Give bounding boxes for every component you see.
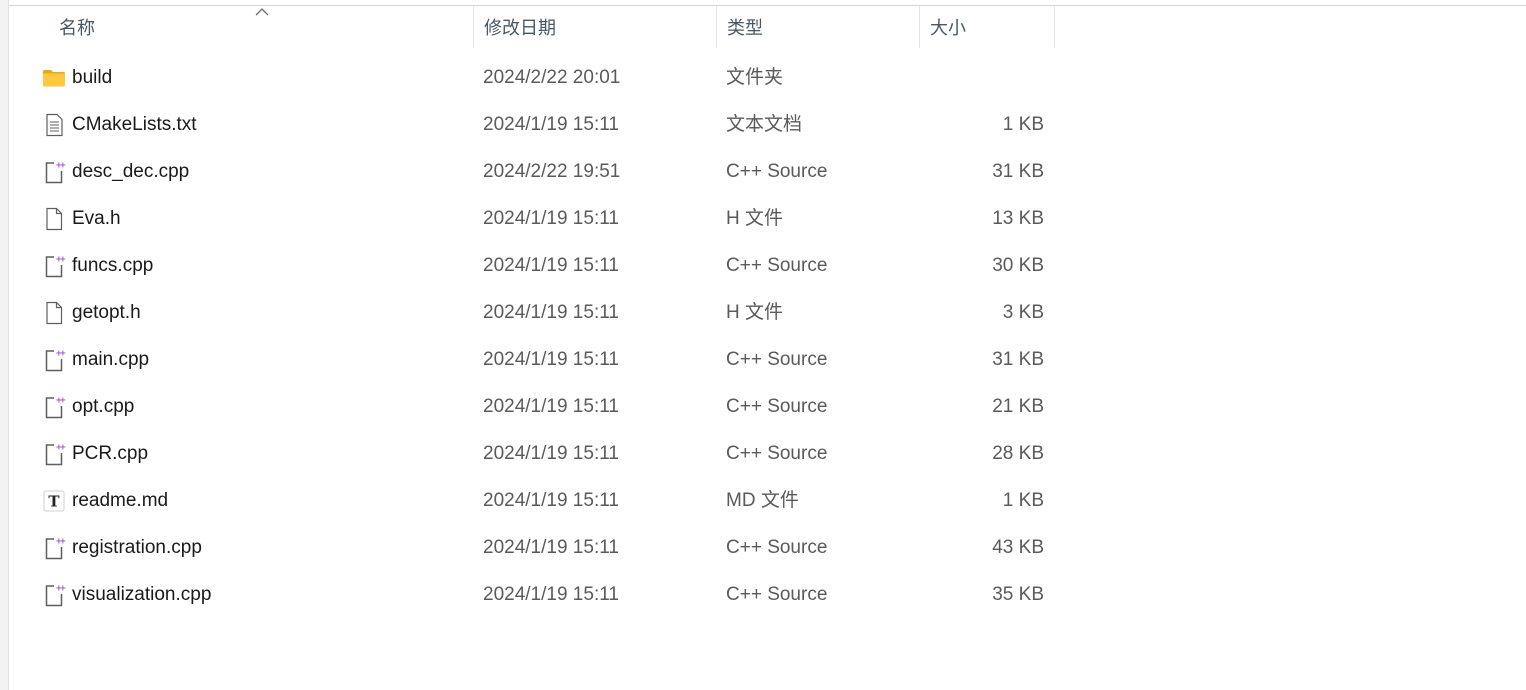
- file-name: main.cpp: [72, 349, 150, 370]
- file-row[interactable]: + + funcs.cpp 2024/1/19 15:11 C++ Source 30 K…: [9, 242, 1055, 289]
- file-type: 文本文档: [726, 114, 803, 135]
- file-row[interactable]: CMakeLists.txt 2024/1/19 15:11 文本文档 1 KB: [9, 101, 1055, 148]
- file-type: H 文件: [726, 302, 784, 323]
- file-type: C++ Source: [726, 443, 828, 464]
- file-name: visualization.cpp: [72, 584, 212, 605]
- cpp-file-icon: + +: [42, 583, 66, 607]
- cpp-file-icon: + +: [42, 442, 66, 466]
- file-date-modified: 2024/1/19 15:11: [483, 537, 619, 558]
- column-header-size[interactable]: 大小: [920, 6, 1055, 48]
- file-size: 1 KB: [1002, 114, 1044, 135]
- file-size: 30 KB: [992, 255, 1044, 276]
- file-row[interactable]: Treadme.md 2024/1/19 15:11 MD 文件 1 KB: [9, 477, 1055, 524]
- cpp-file-icon: + +: [42, 160, 66, 184]
- file-row[interactable]: + + main.cpp 2024/1/19 15:11 C++ Source 31 KB: [9, 336, 1055, 383]
- svg-text:T: T: [48, 493, 60, 511]
- file-explorer-window: 名称 修改日期 类型 大小 build 2024/2/22 20:01 文件夹 CMa…: [0, 0, 1526, 690]
- svg-text:+: +: [60, 255, 67, 264]
- cpp-file-icon: + +: [42, 254, 66, 278]
- folder-icon: [42, 66, 66, 90]
- svg-text:+: +: [60, 349, 67, 358]
- file-list: build 2024/2/22 20:01 文件夹 CMakeLists.txt 202…: [9, 54, 1069, 618]
- cpp-file-icon: + +: [42, 536, 66, 560]
- file-size: 31 KB: [992, 349, 1044, 370]
- file-name: desc_dec.cpp: [72, 161, 190, 182]
- file-row[interactable]: + + PCR.cpp 2024/1/19 15:11 C++ Source 28 KB: [9, 430, 1055, 477]
- file-size: 13 KB: [992, 208, 1044, 229]
- file-size: 43 KB: [992, 537, 1044, 558]
- file-name: readme.md: [72, 490, 169, 511]
- file-name: opt.cpp: [72, 396, 135, 417]
- file-date-modified: 2024/1/19 15:11: [483, 584, 619, 605]
- file-type: C++ Source: [726, 396, 828, 417]
- file-type: H 文件: [726, 208, 784, 229]
- cpp-file-icon: + +: [42, 395, 66, 419]
- file-row[interactable]: + + desc_dec.cpp 2024/2/22 19:51 C++ Source 3…: [9, 148, 1055, 195]
- file-size: 35 KB: [992, 584, 1044, 605]
- file-name: funcs.cpp: [72, 255, 154, 276]
- file-name: getopt.h: [72, 302, 141, 323]
- file-type: C++ Source: [726, 584, 828, 605]
- file-name: CMakeLists.txt: [72, 114, 197, 135]
- file-date-modified: 2024/1/19 15:11: [483, 114, 619, 135]
- file-size: 3 KB: [1002, 302, 1044, 323]
- blank-file-icon: [42, 301, 66, 325]
- text-file-icon: [42, 113, 66, 137]
- file-name: registration.cpp: [72, 537, 202, 558]
- file-date-modified: 2024/2/22 20:01: [483, 67, 621, 88]
- blank-file-icon: [42, 207, 66, 231]
- column-header-date-modified[interactable]: 修改日期: [474, 6, 717, 48]
- file-size: 21 KB: [992, 396, 1044, 417]
- file-size: 1 KB: [1002, 490, 1044, 511]
- column-header-row: 名称 修改日期 类型 大小: [9, 6, 1055, 48]
- navigation-pane-edge[interactable]: [0, 0, 9, 690]
- file-type: C++ Source: [726, 255, 828, 276]
- file-type: C++ Source: [726, 537, 828, 558]
- svg-text:+: +: [60, 161, 67, 170]
- file-type: C++ Source: [726, 349, 828, 370]
- file-type: 文件夹: [726, 67, 784, 88]
- file-date-modified: 2024/1/19 15:11: [483, 443, 619, 464]
- file-date-modified: 2024/2/22 19:51: [483, 161, 621, 182]
- file-type: C++ Source: [726, 161, 828, 182]
- cpp-file-icon: + +: [42, 348, 66, 372]
- svg-text:+: +: [60, 396, 67, 405]
- file-name: build: [72, 67, 113, 88]
- file-name: Eva.h: [72, 208, 121, 229]
- file-row[interactable]: build 2024/2/22 20:01 文件夹: [9, 54, 1055, 101]
- file-row[interactable]: + + visualization.cpp 2024/1/19 15:11 C++ So…: [9, 571, 1055, 618]
- column-header-type[interactable]: 类型: [717, 6, 920, 48]
- file-row[interactable]: Eva.h 2024/1/19 15:11 H 文件 13 KB: [9, 195, 1055, 242]
- file-date-modified: 2024/1/19 15:11: [483, 490, 619, 511]
- file-date-modified: 2024/1/19 15:11: [483, 396, 619, 417]
- svg-text:+: +: [60, 443, 67, 452]
- file-name: PCR.cpp: [72, 443, 149, 464]
- file-size: 28 KB: [992, 443, 1044, 464]
- svg-text:+: +: [60, 537, 67, 546]
- file-date-modified: 2024/1/19 15:11: [483, 349, 619, 370]
- column-header-name[interactable]: 名称: [49, 6, 474, 48]
- svg-text:+: +: [60, 584, 67, 593]
- file-row[interactable]: + + opt.cpp 2024/1/19 15:11 C++ Source 21 KB: [9, 383, 1055, 430]
- file-size: [920, 54, 1044, 101]
- file-size: 31 KB: [992, 161, 1044, 182]
- file-date-modified: 2024/1/19 15:11: [483, 302, 619, 323]
- file-date-modified: 2024/1/19 15:11: [483, 208, 619, 229]
- file-date-modified: 2024/1/19 15:11: [483, 255, 619, 276]
- file-row[interactable]: getopt.h 2024/1/19 15:11 H 文件 3 KB: [9, 289, 1055, 336]
- file-type: MD 文件: [726, 490, 799, 511]
- file-row[interactable]: + + registration.cpp 2024/1/19 15:11 C++ Sou…: [9, 524, 1055, 571]
- markdown-file-icon: T: [42, 489, 66, 513]
